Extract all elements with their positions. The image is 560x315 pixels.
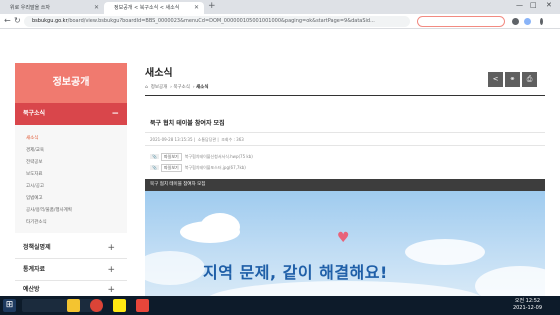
view-file-button[interactable]: 파일보기 xyxy=(160,164,182,172)
back-icon[interactable]: ← xyxy=(4,16,11,25)
new-tab-icon[interactable]: + xyxy=(208,1,216,11)
link-icon[interactable]: ⚭ xyxy=(505,72,520,87)
attachment-link[interactable]: 북구협치테이블신청서서식.hwp(75 kb) xyxy=(185,154,253,159)
post-date: 2021-09-28 13:15:35 xyxy=(150,137,193,142)
close-icon[interactable]: ✕ xyxy=(94,2,99,14)
post-meta: 2021-09-28 13:15:35 | 소통담당관 | 조회수 : 363 xyxy=(150,137,244,142)
divider xyxy=(145,145,545,146)
cloud-shape xyxy=(475,266,545,296)
system-clock[interactable]: 오전 12:52 2021-12-09 xyxy=(513,298,542,312)
tab-strip: 위로 우리말을 쓰자 ✕ 정보공개 < 북구소식 < 새소식 ✕ + — □ ✕ xyxy=(0,0,560,14)
maximize-button[interactable]: □ xyxy=(530,1,537,9)
attachment-link[interactable]: 북구협치테이블포스터.jpg(67,7kb) xyxy=(185,165,246,170)
sidebar-section-header[interactable]: 북구소식 − xyxy=(15,103,127,125)
post-views: 조회수 : 363 xyxy=(221,137,244,142)
expand-icon[interactable]: + xyxy=(107,259,115,281)
sidebar-item[interactable]: 입법예고 xyxy=(26,195,43,201)
sidebar-title: 정보공개 xyxy=(15,63,127,103)
extension-chip[interactable] xyxy=(417,16,505,27)
post-dept: 소통담당관 xyxy=(197,137,217,142)
tab-1[interactable]: 위로 우리말을 쓰자 ✕ xyxy=(4,2,102,14)
home-icon[interactable]: ⌂ xyxy=(145,85,148,90)
url-input[interactable]: bsbukgu.go.kr/board/view.bsbukgu?boardId… xyxy=(24,16,410,27)
url-path: /board/view.bsbukgu?boardId=BBS_0000023&… xyxy=(67,18,375,24)
breadcrumb: ⌂ 정보공개 › 북구소식 › 새소식 xyxy=(145,85,209,90)
sidebar-item[interactable]: 경제/교육 xyxy=(26,147,44,153)
windows-start-icon[interactable]: ⊞ xyxy=(3,299,16,312)
view-file-button[interactable]: 파일보기 xyxy=(160,153,182,161)
tab-2-label: 정보공개 < 북구소식 < 새소식 xyxy=(114,5,180,11)
post-title: 북구 협치 테이블 참여자 모집 xyxy=(150,120,225,127)
breadcrumb-item[interactable]: 정보공개 xyxy=(151,85,168,90)
file-explorer-icon[interactable] xyxy=(67,299,80,312)
sidebar-item[interactable]: 고시/공고 xyxy=(26,183,44,189)
poster-headline: 지역 문제, 같이 해결해요! xyxy=(203,263,388,282)
share-icon[interactable]: < xyxy=(488,72,503,87)
close-icon[interactable]: ✕ xyxy=(194,2,199,14)
address-bar-row: ← ↻ bsbukgu.go.kr/board/view.bsbukgu?boa… xyxy=(0,14,560,29)
expand-icon[interactable]: + xyxy=(107,237,115,259)
breadcrumb-item[interactable]: 북구소식 xyxy=(173,85,190,90)
attachment-row: 📎 파일보기 북구협치테이블신청서서식.hwp(75 kb) xyxy=(150,153,253,161)
breadcrumb-current: 새소식 xyxy=(196,85,209,90)
chrome-icon[interactable] xyxy=(90,299,103,312)
poster-image: ♥ 지역 문제, 같이 해결해요! xyxy=(145,191,545,296)
clock-time: 오전 12:52 xyxy=(514,298,541,304)
app-icon[interactable] xyxy=(136,299,149,312)
extension-icon[interactable] xyxy=(512,18,519,25)
sidebar-section-label: 북구소식 xyxy=(23,110,46,117)
tab-1-label: 위로 우리말을 쓰자 xyxy=(10,5,50,11)
cloud-shape xyxy=(200,213,240,241)
title-divider xyxy=(145,95,545,96)
reload-icon[interactable]: ↻ xyxy=(14,16,21,25)
taskbar: ⊞ 오전 12:52 2021-12-09 xyxy=(0,296,560,315)
window-close-button[interactable]: ✕ xyxy=(546,1,552,9)
sidebar-sub-list: 새소식 경제/교육 전략공보 보도자료 고시/공고 입법예고 공사/용역/물품/… xyxy=(15,125,127,233)
cloud-shape xyxy=(205,281,485,296)
sidebar-item[interactable]: 타기관소식 xyxy=(26,219,47,225)
minimize-button[interactable]: — xyxy=(516,1,523,9)
sidebar-item[interactable]: 공사/용역/물품/행사계획 xyxy=(26,207,72,213)
page-title: 새소식 xyxy=(145,68,173,79)
menu-icon[interactable] xyxy=(540,18,543,25)
attachment-icon: 📎 xyxy=(150,165,159,170)
sidebar-category[interactable]: 예산방 + xyxy=(15,281,127,296)
sidebar-item[interactable]: 전략공보 xyxy=(26,159,43,165)
cloud-shape xyxy=(145,251,205,285)
heart-icon: ♥ xyxy=(337,230,350,246)
sidebar-item[interactable]: 보도자료 xyxy=(26,171,43,177)
tab-2[interactable]: 정보공개 < 북구소식 < 새소식 ✕ xyxy=(104,2,204,14)
clock-date: 2021-12-09 xyxy=(512,305,542,311)
divider xyxy=(145,132,545,133)
collapse-icon[interactable]: − xyxy=(111,103,119,125)
attachment-icon: 📎 xyxy=(150,154,159,159)
sidebar-category[interactable]: 정책실명제 + xyxy=(15,237,127,259)
sidebar-category[interactable]: 통계자료 + xyxy=(15,259,127,281)
poster-caption: 북구 협치 테이블 참여자 모집 xyxy=(145,179,545,191)
url-host: bsbukgu.go.kr xyxy=(32,18,68,24)
cloud-shape xyxy=(405,239,485,265)
print-icon[interactable]: ⎙ xyxy=(522,72,537,87)
attachment-row: 📎 파일보기 북구협치테이블포스터.jpg(67,7kb) xyxy=(150,164,246,172)
sidebar-item-news[interactable]: 새소식 xyxy=(26,135,38,141)
kakaotalk-icon[interactable] xyxy=(113,299,126,312)
profile-icon[interactable] xyxy=(524,18,531,25)
